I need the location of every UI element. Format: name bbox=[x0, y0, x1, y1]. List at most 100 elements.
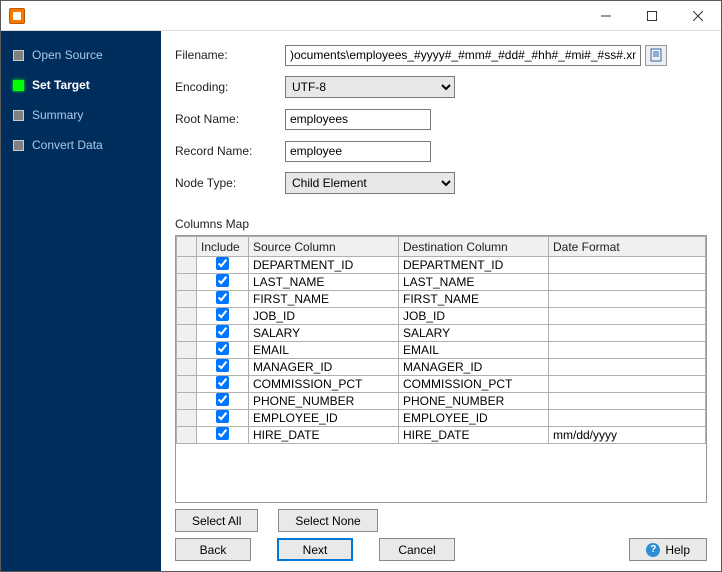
table-row[interactable]: SALARYSALARY bbox=[177, 325, 706, 342]
columns-map-grid[interactable]: Include Source Column Destination Column… bbox=[175, 235, 707, 503]
destination-column-cell[interactable]: SALARY bbox=[399, 325, 549, 342]
include-cell[interactable] bbox=[197, 308, 249, 325]
destination-column-cell[interactable]: LAST_NAME bbox=[399, 274, 549, 291]
minimize-button[interactable] bbox=[583, 1, 629, 31]
col-header-date-format[interactable]: Date Format bbox=[549, 237, 706, 257]
include-checkbox[interactable] bbox=[216, 342, 229, 355]
cancel-button[interactable]: Cancel bbox=[379, 538, 455, 561]
step-set-target[interactable]: Set Target bbox=[7, 73, 155, 97]
include-cell[interactable] bbox=[197, 325, 249, 342]
date-format-cell[interactable] bbox=[549, 257, 706, 274]
close-button[interactable] bbox=[675, 1, 721, 31]
row-header-cell[interactable] bbox=[177, 427, 197, 444]
include-checkbox[interactable] bbox=[216, 359, 229, 372]
table-row[interactable]: COMMISSION_PCTCOMMISSION_PCT bbox=[177, 376, 706, 393]
table-row[interactable]: JOB_IDJOB_ID bbox=[177, 308, 706, 325]
table-row[interactable]: EMAILEMAIL bbox=[177, 342, 706, 359]
source-column-cell[interactable]: EMAIL bbox=[249, 342, 399, 359]
include-checkbox[interactable] bbox=[216, 274, 229, 287]
encoding-select[interactable]: UTF-8 bbox=[285, 76, 455, 98]
row-header-cell[interactable] bbox=[177, 342, 197, 359]
step-open-source[interactable]: Open Source bbox=[7, 43, 155, 67]
col-header-include[interactable]: Include bbox=[197, 237, 249, 257]
destination-column-cell[interactable]: EMPLOYEE_ID bbox=[399, 410, 549, 427]
source-column-cell[interactable]: LAST_NAME bbox=[249, 274, 399, 291]
date-format-cell[interactable] bbox=[549, 359, 706, 376]
source-column-cell[interactable]: JOB_ID bbox=[249, 308, 399, 325]
row-header-cell[interactable] bbox=[177, 393, 197, 410]
filename-input[interactable] bbox=[285, 45, 641, 66]
step-convert-data[interactable]: Convert Data bbox=[7, 133, 155, 157]
destination-column-cell[interactable]: MANAGER_ID bbox=[399, 359, 549, 376]
include-checkbox[interactable] bbox=[216, 291, 229, 304]
source-column-cell[interactable]: PHONE_NUMBER bbox=[249, 393, 399, 410]
date-format-cell[interactable]: mm/dd/yyyy bbox=[549, 427, 706, 444]
include-checkbox[interactable] bbox=[216, 257, 229, 270]
row-header-cell[interactable] bbox=[177, 376, 197, 393]
include-cell[interactable] bbox=[197, 410, 249, 427]
source-column-cell[interactable]: DEPARTMENT_ID bbox=[249, 257, 399, 274]
include-cell[interactable] bbox=[197, 291, 249, 308]
row-header-cell[interactable] bbox=[177, 359, 197, 376]
row-header-cell[interactable] bbox=[177, 325, 197, 342]
select-none-button[interactable]: Select None bbox=[278, 509, 377, 532]
include-checkbox[interactable] bbox=[216, 410, 229, 423]
step-summary[interactable]: Summary bbox=[7, 103, 155, 127]
date-format-cell[interactable] bbox=[549, 342, 706, 359]
table-row[interactable]: LAST_NAMELAST_NAME bbox=[177, 274, 706, 291]
row-header-cell[interactable] bbox=[177, 308, 197, 325]
destination-column-cell[interactable]: FIRST_NAME bbox=[399, 291, 549, 308]
source-column-cell[interactable]: HIRE_DATE bbox=[249, 427, 399, 444]
table-row[interactable]: MANAGER_IDMANAGER_ID bbox=[177, 359, 706, 376]
destination-column-cell[interactable]: PHONE_NUMBER bbox=[399, 393, 549, 410]
destination-column-cell[interactable]: JOB_ID bbox=[399, 308, 549, 325]
table-row[interactable]: EMPLOYEE_IDEMPLOYEE_ID bbox=[177, 410, 706, 427]
date-format-cell[interactable] bbox=[549, 410, 706, 427]
include-checkbox[interactable] bbox=[216, 376, 229, 389]
row-header-cell[interactable] bbox=[177, 274, 197, 291]
source-column-cell[interactable]: COMMISSION_PCT bbox=[249, 376, 399, 393]
table-row[interactable]: FIRST_NAMEFIRST_NAME bbox=[177, 291, 706, 308]
include-cell[interactable] bbox=[197, 359, 249, 376]
table-row[interactable]: PHONE_NUMBERPHONE_NUMBER bbox=[177, 393, 706, 410]
include-checkbox[interactable] bbox=[216, 308, 229, 321]
include-cell[interactable] bbox=[197, 257, 249, 274]
destination-column-cell[interactable]: EMAIL bbox=[399, 342, 549, 359]
table-row[interactable]: HIRE_DATEHIRE_DATEmm/dd/yyyy bbox=[177, 427, 706, 444]
row-header-cell[interactable] bbox=[177, 410, 197, 427]
maximize-button[interactable] bbox=[629, 1, 675, 31]
include-cell[interactable] bbox=[197, 342, 249, 359]
date-format-cell[interactable] bbox=[549, 325, 706, 342]
source-column-cell[interactable]: SALARY bbox=[249, 325, 399, 342]
row-header-cell[interactable] bbox=[177, 291, 197, 308]
table-row[interactable]: DEPARTMENT_IDDEPARTMENT_ID bbox=[177, 257, 706, 274]
destination-column-cell[interactable]: DEPARTMENT_ID bbox=[399, 257, 549, 274]
col-header-destination[interactable]: Destination Column bbox=[399, 237, 549, 257]
source-column-cell[interactable]: EMPLOYEE_ID bbox=[249, 410, 399, 427]
date-format-cell[interactable] bbox=[549, 308, 706, 325]
include-checkbox[interactable] bbox=[216, 393, 229, 406]
include-checkbox[interactable] bbox=[216, 325, 229, 338]
node-type-select[interactable]: Child Element bbox=[285, 172, 455, 194]
include-cell[interactable] bbox=[197, 376, 249, 393]
record-name-input[interactable] bbox=[285, 141, 431, 162]
source-column-cell[interactable]: MANAGER_ID bbox=[249, 359, 399, 376]
include-cell[interactable] bbox=[197, 274, 249, 291]
date-format-cell[interactable] bbox=[549, 274, 706, 291]
row-header-cell[interactable] bbox=[177, 257, 197, 274]
browse-file-button[interactable] bbox=[645, 45, 667, 66]
destination-column-cell[interactable]: HIRE_DATE bbox=[399, 427, 549, 444]
help-button[interactable]: ? Help bbox=[629, 538, 707, 561]
source-column-cell[interactable]: FIRST_NAME bbox=[249, 291, 399, 308]
back-button[interactable]: Back bbox=[175, 538, 251, 561]
include-cell[interactable] bbox=[197, 393, 249, 410]
date-format-cell[interactable] bbox=[549, 291, 706, 308]
include-checkbox[interactable] bbox=[216, 427, 229, 440]
date-format-cell[interactable] bbox=[549, 376, 706, 393]
select-all-button[interactable]: Select All bbox=[175, 509, 258, 532]
col-header-source[interactable]: Source Column bbox=[249, 237, 399, 257]
destination-column-cell[interactable]: COMMISSION_PCT bbox=[399, 376, 549, 393]
include-cell[interactable] bbox=[197, 427, 249, 444]
date-format-cell[interactable] bbox=[549, 393, 706, 410]
next-button[interactable]: Next bbox=[277, 538, 353, 561]
